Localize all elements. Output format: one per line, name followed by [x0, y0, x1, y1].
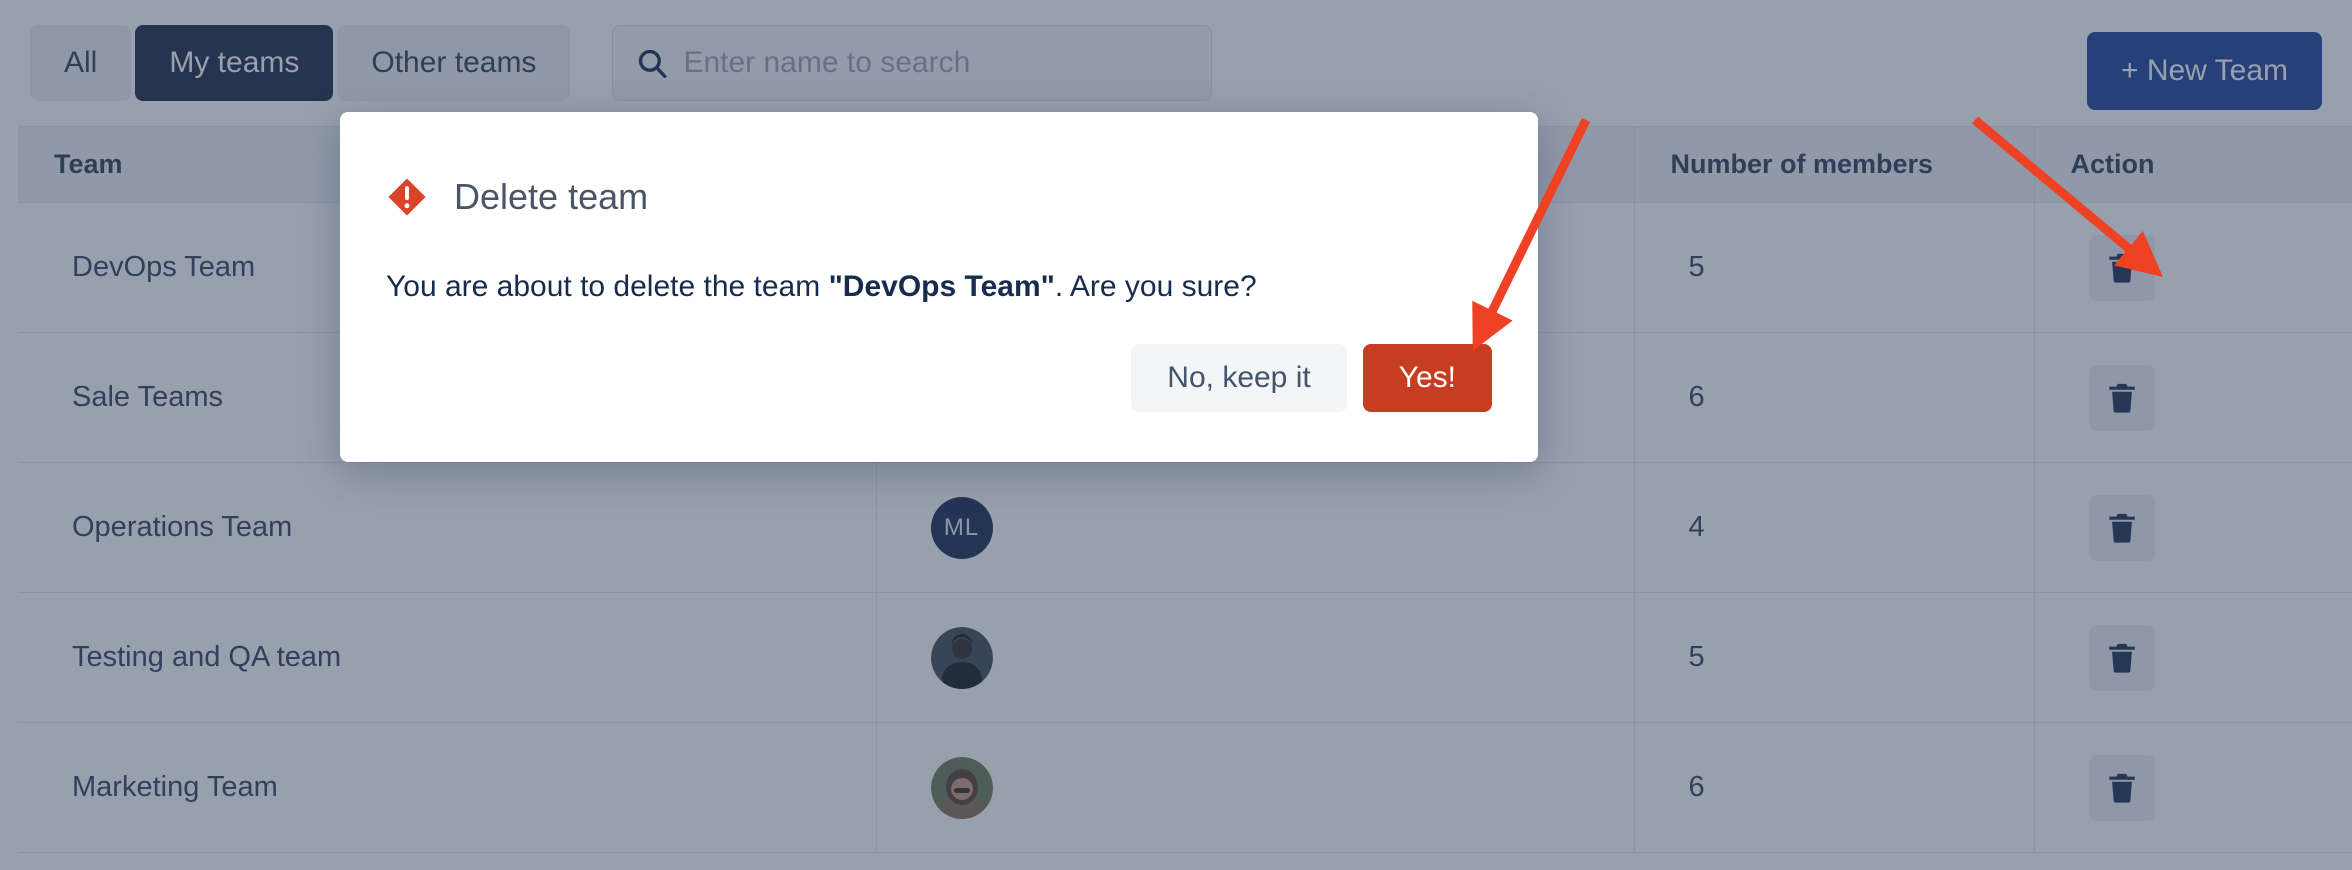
dialog-header: Delete team	[386, 176, 1492, 218]
dialog-title: Delete team	[454, 176, 649, 217]
warning-diamond-icon	[388, 178, 426, 216]
dialog-message-prefix: You are about to delete the team	[386, 270, 829, 303]
dialog-message-suffix: . Are you sure?	[1054, 270, 1257, 303]
dialog-message-team-name: "DevOps Team"	[828, 270, 1055, 303]
dialog-message: You are about to delete the team "DevOps…	[386, 270, 1492, 304]
delete-team-dialog: Delete team You are about to delete the …	[340, 112, 1538, 462]
dialog-actions: No, keep it Yes!	[1131, 344, 1492, 412]
cancel-button[interactable]: No, keep it	[1131, 344, 1347, 412]
confirm-button[interactable]: Yes!	[1362, 344, 1492, 412]
